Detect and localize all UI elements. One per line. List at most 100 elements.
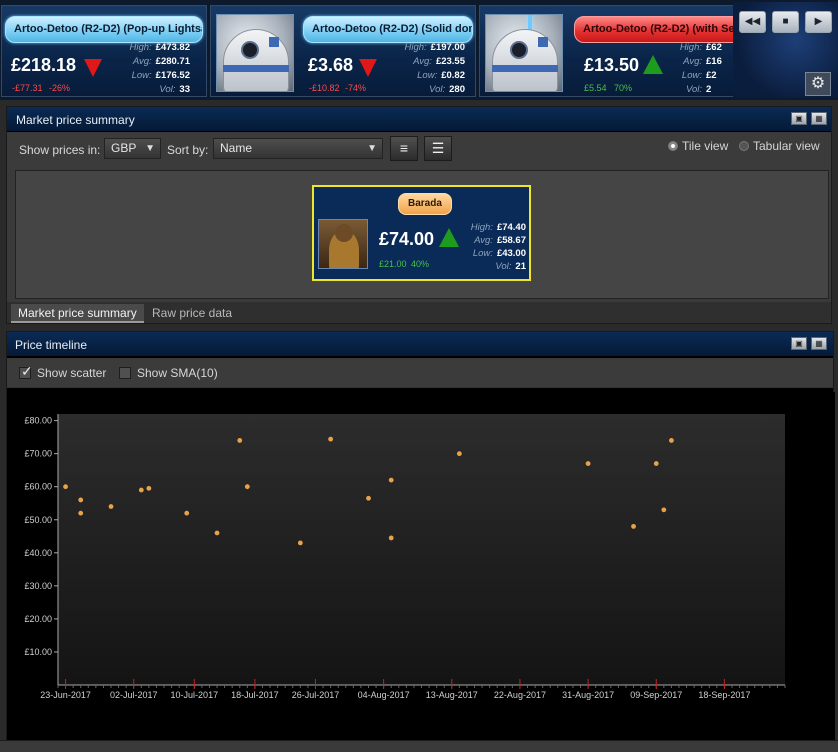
stat-label: Low:	[681, 70, 702, 81]
stat-low: £2	[706, 70, 717, 81]
scatter-point	[661, 507, 667, 513]
show-prices-label: Show prices in:	[19, 143, 101, 157]
y-tick-label: £30.00	[24, 581, 52, 591]
stat-label: Vol:	[495, 261, 512, 272]
restore-icon[interactable]: ▣	[791, 337, 807, 350]
y-tick-label: £60.00	[24, 482, 52, 492]
scatter-point	[653, 461, 659, 466]
y-tick-label: £50.00	[24, 515, 52, 525]
scatter-point	[388, 477, 394, 483]
panel-title: Price timeline	[15, 338, 88, 352]
sort-descending-button[interactable]: ☰	[424, 136, 452, 161]
scatter-point	[78, 510, 84, 516]
x-tick-label: 04-Aug-2017	[358, 690, 410, 700]
x-tick-label: 09-Sep-2017	[630, 690, 682, 700]
maximize-icon[interactable]: ▦	[811, 112, 827, 125]
timeline-toolbar: ✓ Show scatter Show SMA(10)	[7, 358, 833, 388]
y-tick-label: £20.00	[24, 614, 52, 624]
stat-label: Low:	[131, 70, 152, 81]
price-change-pct: -26%	[49, 83, 71, 93]
tile-view-label: Tile view	[682, 139, 729, 153]
card-name-pill[interactable]: Barada	[398, 193, 452, 215]
stat-label: High:	[129, 42, 152, 53]
scatter-point	[366, 495, 371, 501]
tab-market-price-summary[interactable]: Market price summary	[11, 304, 144, 323]
tile-area: Barada £74.00 £21.00 40% High: £74.40 Avg…	[15, 170, 829, 299]
price-timeline-chart[interactable]: £10.00 £20.00 £30.00 £40.00 £50.00 £60.00 £70.…	[7, 392, 835, 742]
ticker-tile[interactable]: Artoo-Detoo (R2-D2) (Pop-up Lightsaber) …	[1, 5, 207, 97]
play-icon[interactable]: ▶	[805, 11, 832, 33]
item-thumbnail	[485, 14, 563, 92]
stat-label: High:	[679, 42, 702, 53]
trend-down-icon	[359, 59, 377, 77]
tab-raw-price-data[interactable]: Raw price data	[145, 304, 239, 323]
stat-label: High:	[470, 222, 493, 233]
scatter-point	[388, 535, 394, 541]
x-tick-label: 26-Jul-2017	[292, 690, 340, 700]
stat-high: £74.40	[496, 222, 526, 233]
maximize-icon[interactable]: ▦	[811, 337, 827, 350]
x-tick-label: 10-Jul-2017	[171, 690, 219, 700]
show-sma-checkbox[interactable]: Show SMA(10)	[119, 366, 218, 380]
tabular-view-radio[interactable]: Tabular view	[739, 139, 820, 153]
status-bar	[0, 740, 838, 752]
card-price-change: £21.00	[379, 259, 407, 269]
scatter-point	[146, 485, 152, 491]
radio-selected-icon	[668, 141, 678, 151]
sort-ascending-button[interactable]: ≡	[390, 136, 418, 161]
stat-vol: 21	[515, 261, 526, 272]
rewind-icon[interactable]: ◀◀	[739, 11, 766, 33]
gear-icon[interactable]: ⚙	[805, 72, 831, 96]
x-tick-label: 13-Aug-2017	[426, 690, 478, 700]
price-timeline-panel: Price timeline ▣ ▦ ✓ Show scatter Show SM…	[6, 331, 835, 742]
stat-label: Low:	[417, 70, 438, 81]
scatter-point	[328, 436, 334, 442]
ticker-tile[interactable]: Artoo-Detoo (R2-D2) (with Sensorscope) £…	[479, 5, 735, 97]
show-scatter-checkbox[interactable]: ✓ Show scatter	[19, 363, 106, 380]
chevron-down-icon: ▼	[145, 143, 155, 154]
item-name-pill[interactable]: Artoo-Detoo (R2-D2) (Pop-up Lightsaber)	[5, 16, 203, 43]
stop-icon[interactable]: ■	[772, 11, 799, 33]
x-tick-label: 02-Jul-2017	[110, 690, 158, 700]
item-name-pill[interactable]: Artoo-Detoo (R2-D2) (Solid dome)	[303, 16, 473, 43]
price-change-pct: 70%	[614, 83, 633, 93]
price-card[interactable]: Barada £74.00 £21.00 40% High: £74.40 Avg…	[312, 185, 531, 281]
panel-title: Market price summary	[16, 113, 135, 127]
currency-select[interactable]: GBP ▼	[104, 138, 161, 159]
ticker-tile[interactable]: Artoo-Detoo (R2-D2) (Solid dome) £3.68 -…	[210, 5, 476, 97]
scatter-point	[108, 504, 114, 509]
price-change: £5.54	[584, 83, 607, 93]
sort-by-select[interactable]: Name ▼	[213, 138, 383, 159]
panel-header: Market price summary ▣ ▦	[7, 107, 831, 132]
trend-up-icon	[439, 228, 459, 247]
trend-up-icon	[643, 55, 663, 74]
tile-view-radio[interactable]: Tile view	[668, 139, 728, 153]
scatter-point	[456, 451, 462, 457]
stat-label: High:	[404, 42, 427, 53]
current-price: £218.18	[11, 55, 77, 75]
y-tick-label: £80.00	[24, 416, 52, 426]
summary-toolbar: Show prices in: GBP ▼ Sort by: Name ▼ ≡ …	[7, 133, 831, 169]
stat-vol: 280	[449, 84, 465, 95]
card-thumbnail	[318, 219, 368, 269]
currency-value: GBP	[111, 141, 137, 155]
x-tick-label: 23-Jun-2017	[40, 690, 91, 700]
card-stats: High: £74.40 Avg: £58.67 Low: £43.00 Vol: 21	[460, 221, 526, 273]
summary-tabs: Market price summary Raw price data	[7, 302, 831, 323]
x-tick-label: 31-Aug-2017	[562, 690, 614, 700]
stat-avg: £23.55	[435, 56, 465, 67]
restore-icon[interactable]: ▣	[791, 112, 807, 125]
stat-label: Avg:	[683, 56, 702, 67]
scatter-point	[297, 540, 303, 546]
panel-header: Price timeline ▣ ▦	[7, 332, 833, 357]
x-tick-label: 22-Aug-2017	[494, 690, 546, 700]
card-price-change-pct: 40%	[411, 259, 430, 269]
stat-low: £176.52	[155, 70, 190, 81]
scatter-point	[669, 438, 674, 443]
ticker-controls: ◀◀ ■ ▶ ⚙	[733, 2, 838, 98]
chevron-down-icon: ▼	[367, 143, 377, 154]
card-price: £74.00	[379, 229, 435, 249]
current-price: £13.50	[584, 55, 640, 75]
item-name-pill[interactable]: Artoo-Detoo (R2-D2) (with Sensorscope)	[574, 16, 734, 43]
scatter-point	[585, 461, 591, 466]
